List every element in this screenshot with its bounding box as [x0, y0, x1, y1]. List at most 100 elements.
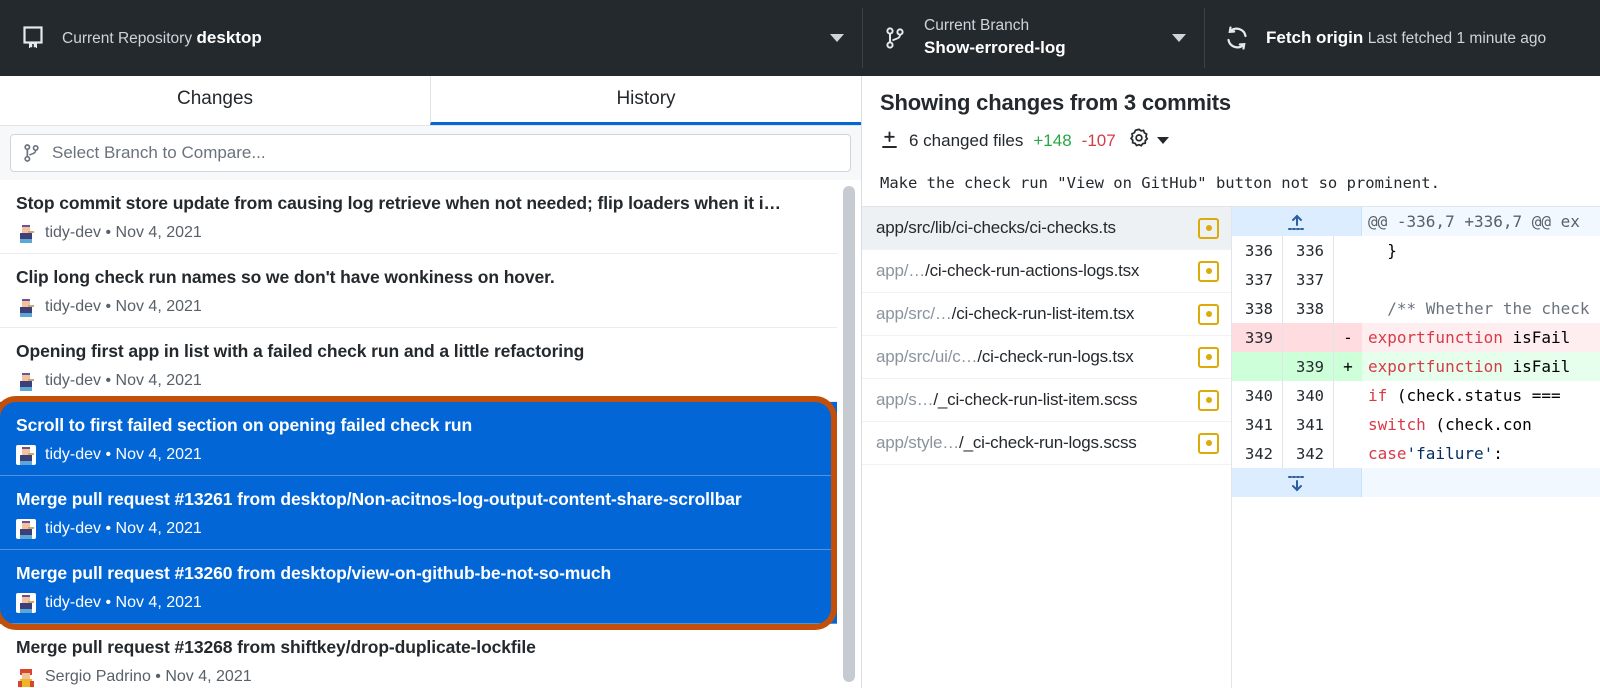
commit-author-date: tidy-dev • Nov 4, 2021 — [45, 519, 202, 537]
commit-meta: tidy-dev • Nov 4, 2021 — [16, 222, 845, 243]
commit-list[interactable]: Stop commit store update from causing lo… — [0, 180, 861, 688]
file-status-modified-icon — [1198, 346, 1219, 368]
page-title: Showing changes from 3 commits — [880, 90, 1231, 115]
changed-file-name: /ci-check-run-list-item.tsx — [951, 304, 1135, 323]
diff-line-context[interactable]: 340 340 if (check.status === — [1232, 381, 1600, 410]
file-status-modified-icon — [1198, 432, 1219, 454]
diff-old-line-number: 342 — [1232, 439, 1283, 468]
diff-old-line-number: 341 — [1232, 410, 1283, 439]
tab-history[interactable]: History — [430, 76, 861, 125]
diff-change-marker: - — [1334, 323, 1362, 352]
current-branch-text: Current Branch Show-errored-log — [924, 16, 1162, 60]
changed-file-path-prefix: app/src/ui/c… — [876, 347, 978, 366]
diff-code-text: if (check.status === — [1368, 386, 1561, 405]
commit-title: Stop commit store update from causing lo… — [16, 193, 781, 213]
commit-list-item[interactable]: Merge pull request #13260 from desktop/v… — [0, 550, 861, 624]
diff-new-line-number: 342 — [1283, 439, 1334, 468]
diff-hunk-header-row: @@ -336,7 +336,7 @@ ex — [1232, 207, 1600, 236]
branch-icon — [23, 143, 40, 163]
main-body: Changes History Select Branch to Compare… — [0, 76, 1600, 688]
commit-list-scrollbar-thumb[interactable] — [843, 186, 855, 682]
commit-title: Opening first app in list with a failed … — [16, 341, 585, 361]
changed-file-path-prefix: app/style… — [876, 433, 960, 452]
expand-up-icon[interactable] — [1232, 207, 1362, 236]
current-branch-value: Show-errored-log — [924, 37, 1066, 57]
file-status-modified-icon — [1198, 260, 1219, 282]
changed-file-path: app/…/ci-check-run-actions-logs.tsx — [876, 261, 1190, 281]
current-repository-value: desktop — [196, 27, 262, 47]
avatar — [16, 666, 36, 687]
diff-line-deletion[interactable]: 339 - export function isFail — [1232, 323, 1600, 352]
changed-file-name: /_ci-check-run-list-item.scss — [933, 390, 1138, 409]
select-branch-to-compare-input[interactable]: Select Branch to Compare... — [10, 134, 851, 172]
changed-file-row[interactable]: app/src/…/ci-check-run-list-item.tsx — [862, 293, 1231, 336]
chevron-down-icon — [1156, 137, 1169, 144]
commit-meta: tidy-dev • Nov 4, 2021 — [16, 370, 845, 391]
commit-list-container: Stop commit store update from causing lo… — [0, 180, 861, 688]
changed-file-path: app/src/lib/ci-checks/ci-checks.ts — [876, 218, 1190, 238]
commit-list-scrollbar[interactable] — [837, 180, 861, 688]
diff-line-context[interactable]: 342 342 case 'failure': — [1232, 439, 1600, 468]
commit-list-item[interactable]: Scroll to first failed section on openin… — [0, 402, 861, 476]
deletions-count: -107 — [1081, 130, 1116, 150]
diff-viewer[interactable]: @@ -336,7 +336,7 @@ ex 336 336 } 337 337 338 3… — [1232, 207, 1600, 688]
avatar — [16, 222, 36, 243]
changed-file-row[interactable]: app/style…/_ci-check-run-logs.scss — [862, 422, 1231, 465]
commit-list-item[interactable]: Stop commit store update from causing lo… — [0, 180, 861, 254]
compare-placeholder: Select Branch to Compare... — [52, 143, 266, 162]
changed-file-row[interactable]: app/src/ui/c…/ci-check-run-logs.tsx — [862, 336, 1231, 379]
diff-code-text: switch (check.con — [1368, 415, 1532, 434]
current-branch-button[interactable]: Current Branch Show-errored-log — [862, 0, 1204, 76]
diff-old-line-number: 336 — [1232, 236, 1283, 265]
diff-new-line-number — [1283, 323, 1334, 352]
fetch-origin-button[interactable]: Fetch origin Last fetched 1 minute ago — [1204, 0, 1600, 76]
changed-file-path: app/src/ui/c…/ci-check-run-logs.tsx — [876, 347, 1190, 367]
diff-line-addition[interactable]: 339 + export function isFail — [1232, 352, 1600, 381]
changed-file-name: /_ci-check-run-logs.scss — [959, 433, 1137, 452]
diff-line-context[interactable]: 337 337 — [1232, 265, 1600, 294]
expand-down-icon[interactable] — [1232, 468, 1362, 497]
current-repository-label: Current Repository — [62, 29, 193, 47]
commit-meta: tidy-dev • Nov 4, 2021 — [16, 592, 845, 613]
sync-icon — [1222, 25, 1252, 51]
changed-file-path: app/src/…/ci-check-run-list-item.tsx — [876, 304, 1190, 324]
diff-new-line-number: 338 — [1283, 294, 1334, 323]
commit-list-item[interactable]: Clip long check run names so we don't ha… — [0, 254, 861, 328]
changed-file-path: app/style…/_ci-check-run-logs.scss — [876, 433, 1190, 453]
avatar — [16, 592, 36, 613]
avatar — [16, 370, 36, 391]
diff-line-context[interactable]: 341 341 switch (check.con — [1232, 410, 1600, 439]
diff-change-marker — [1334, 236, 1362, 265]
diff-new-line-number: 341 — [1283, 410, 1334, 439]
changed-file-row[interactable]: app/s…/_ci-check-run-list-item.scss — [862, 379, 1231, 422]
commit-meta: Sergio Padrino • Nov 4, 2021 — [16, 666, 845, 687]
diff-hunk-footer-row — [1232, 468, 1600, 497]
changed-file-row[interactable]: app/src/lib/ci-checks/ci-checks.ts — [862, 207, 1231, 250]
diff-line-context[interactable]: 336 336 } — [1232, 236, 1600, 265]
fetch-origin-text: Fetch origin Last fetched 1 minute ago — [1266, 27, 1582, 50]
commit-title: Merge pull request #13261 from desktop/N… — [16, 489, 742, 509]
pane-tabs: Changes History — [0, 76, 861, 126]
commit-list-item[interactable]: Merge pull request #13261 from desktop/N… — [0, 476, 861, 550]
file-status-modified-icon — [1198, 217, 1219, 239]
changed-file-list[interactable]: app/src/lib/ci-checks/ci-checks.ts app/…/… — [862, 207, 1232, 688]
diff-icon — [880, 131, 899, 150]
current-repository-button[interactable]: Current Repository desktop — [0, 0, 862, 76]
diff-code-text — [1362, 265, 1600, 294]
commit-list-item[interactable]: Merge pull request #13268 from shiftkey/… — [0, 624, 861, 688]
compare-branch-area: Select Branch to Compare... — [0, 126, 861, 180]
diff-line-context[interactable]: 338 338 /** Whether the check — [1232, 294, 1600, 323]
commit-author-date: tidy-dev • Nov 4, 2021 — [45, 593, 202, 611]
gear-icon — [1128, 127, 1150, 154]
changed-file-row[interactable]: app/…/ci-check-run-actions-logs.tsx — [862, 250, 1231, 293]
avatar — [16, 444, 36, 465]
github-desktop-window: Current Repository desktop Current Branc… — [0, 0, 1600, 688]
tab-changes[interactable]: Changes — [0, 76, 430, 125]
diff-pane: Showing changes from 3 commits 6 changed… — [862, 76, 1600, 688]
diff-hunk-footer-text — [1362, 468, 1600, 497]
file-status-modified-icon — [1198, 389, 1219, 411]
diff-new-line-number: 336 — [1283, 236, 1334, 265]
diff-options-button[interactable] — [1128, 127, 1169, 154]
commit-list-item[interactable]: Opening first app in list with a failed … — [0, 328, 861, 402]
changed-file-name: /ci-check-run-actions-logs.tsx — [925, 261, 1140, 280]
